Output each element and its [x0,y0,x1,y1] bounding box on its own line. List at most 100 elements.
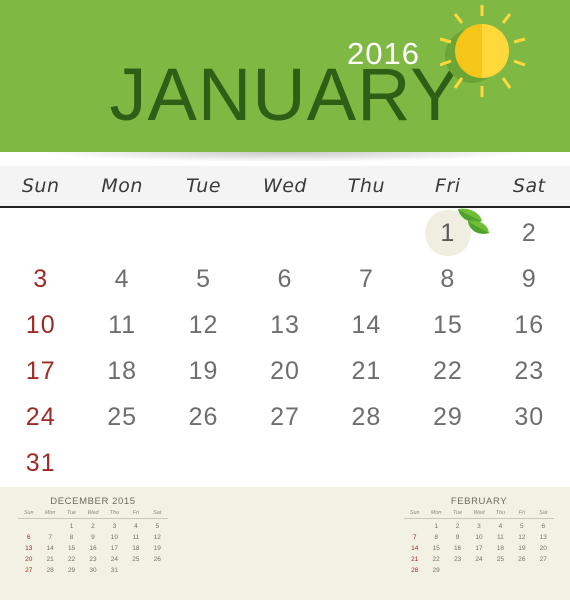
mini-day-cell[interactable]: 22 [61,555,82,565]
day-number: 11 [108,310,137,339]
mini-day-cell[interactable]: 14 [404,544,425,554]
day-cell-empty [81,440,162,486]
day-cell[interactable]: 7 [326,256,407,302]
mini-day-cell[interactable]: 28 [39,566,60,576]
day-cell-empty [489,440,570,486]
mini-day-cell[interactable]: 15 [425,544,446,554]
mini-day-cell[interactable]: 19 [147,544,168,554]
day-cell[interactable]: 28 [326,394,407,440]
day-cell[interactable]: 23 [489,348,570,394]
mini-day-cell[interactable]: 3 [468,522,489,532]
mini-day-cell[interactable]: 11 [125,533,146,543]
day-cell[interactable]: 19 [163,348,244,394]
mini-day-cell[interactable]: 8 [61,533,82,543]
mini-day-cell[interactable]: 13 [18,544,39,554]
mini-day-cell[interactable]: 8 [425,533,446,543]
mini-day-cell[interactable]: 3 [104,522,125,532]
mini-day-cell[interactable]: 17 [104,544,125,554]
day-cell[interactable]: 17 [0,348,81,394]
mini-day-cell[interactable]: 26 [147,555,168,565]
mini-day-cell[interactable]: 12 [147,533,168,543]
weekday-sat: Sat [512,175,546,197]
mini-day-cell[interactable]: 7 [39,533,60,543]
mini-day-cell[interactable]: 11 [490,533,511,543]
day-cell[interactable]: 8 [407,256,488,302]
mini-day-cell[interactable]: 19 [511,544,532,554]
day-cell[interactable]: 12 [163,302,244,348]
day-cell[interactable]: 3 [0,256,81,302]
mini-day-cell[interactable]: 31 [104,566,125,576]
mini-day-cell[interactable]: 18 [125,544,146,554]
day-cell[interactable]: 16 [489,302,570,348]
day-cell-empty [326,440,407,486]
mini-day-cell[interactable]: 21 [39,555,60,565]
day-cell[interactable]: 30 [489,394,570,440]
mini-day-cell[interactable]: 5 [147,522,168,532]
day-cell[interactable]: 10 [0,302,81,348]
mini-day-cell[interactable]: 16 [82,544,103,554]
day-cell[interactable]: 21 [326,348,407,394]
mini-day-cell[interactable]: 23 [82,555,103,565]
day-cell[interactable]: 13 [244,302,325,348]
mini-day-cell[interactable]: 2 [447,522,468,532]
mini-day-cell[interactable]: 21 [404,555,425,565]
mini-day-cell[interactable]: 25 [125,555,146,565]
mini-day-cell[interactable]: 24 [104,555,125,565]
day-cell[interactable]: 20 [244,348,325,394]
mini-day-cell[interactable]: 15 [61,544,82,554]
mini-day-cell[interactable]: 27 [533,555,554,565]
day-cell[interactable]: 31 [0,440,81,486]
mini-day-cell[interactable]: 6 [18,533,39,543]
day-cell[interactable]: 11 [81,302,162,348]
mini-day-cell[interactable]: 4 [490,522,511,532]
mini-day-cell[interactable]: 16 [447,544,468,554]
mini-day-cell[interactable]: 9 [82,533,103,543]
day-number: 31 [25,448,56,477]
mini-day-cell[interactable]: 12 [511,533,532,543]
day-cell[interactable]: 4 [81,256,162,302]
day-cell[interactable]: 1 [407,208,489,256]
mini-day-cell[interactable]: 14 [39,544,60,554]
mini-day-cell[interactable]: 1 [61,522,82,532]
mini-day-cell[interactable]: 10 [468,533,489,543]
mini-day-cell[interactable]: 26 [511,555,532,565]
mini-day-cell[interactable]: 22 [425,555,446,565]
mini-day-cell[interactable]: 27 [18,566,39,576]
day-cell[interactable]: 25 [81,394,162,440]
day-cell[interactable]: 9 [489,256,570,302]
mini-day-cell[interactable]: 18 [490,544,511,554]
mini-day-cell[interactable]: 1 [425,522,446,532]
mini-day-cell[interactable]: 24 [468,555,489,565]
day-cell[interactable]: 2 [489,210,570,256]
mini-day-cell[interactable]: 5 [511,522,532,532]
day-cell[interactable]: 22 [407,348,488,394]
day-cell[interactable]: 29 [407,394,488,440]
mini-day-cell[interactable]: 10 [104,533,125,543]
mini-day-cell[interactable]: 29 [61,566,82,576]
day-cell[interactable]: 27 [244,394,325,440]
mini-day-cell[interactable]: 29 [425,566,446,576]
day-cell[interactable]: 18 [81,348,162,394]
mini-day-cell[interactable]: 17 [468,544,489,554]
day-cell[interactable]: 14 [326,302,407,348]
mini-day-cell[interactable]: 20 [533,544,554,554]
mini-day-cell[interactable]: 7 [404,533,425,543]
mini-day-cell[interactable]: 9 [447,533,468,543]
mini-weekday-label: Tue [446,510,469,519]
mini-day-cell[interactable]: 13 [533,533,554,543]
mini-day-cell[interactable]: 28 [404,566,425,576]
day-cell[interactable]: 15 [407,302,488,348]
mini-day-cell[interactable]: 2 [82,522,103,532]
mini-day-cell[interactable]: 6 [533,522,554,532]
day-cell[interactable]: 5 [163,256,244,302]
day-cell[interactable]: 24 [0,394,81,440]
day-cell[interactable]: 6 [244,256,325,302]
day-number: 28 [351,402,382,431]
day-cell[interactable]: 26 [163,394,244,440]
sun-icon [439,5,526,97]
mini-day-cell[interactable]: 30 [82,566,103,576]
mini-day-cell[interactable]: 4 [125,522,146,532]
mini-day-cell[interactable]: 25 [490,555,511,565]
mini-day-cell[interactable]: 23 [447,555,468,565]
mini-day-cell[interactable]: 20 [18,555,39,565]
